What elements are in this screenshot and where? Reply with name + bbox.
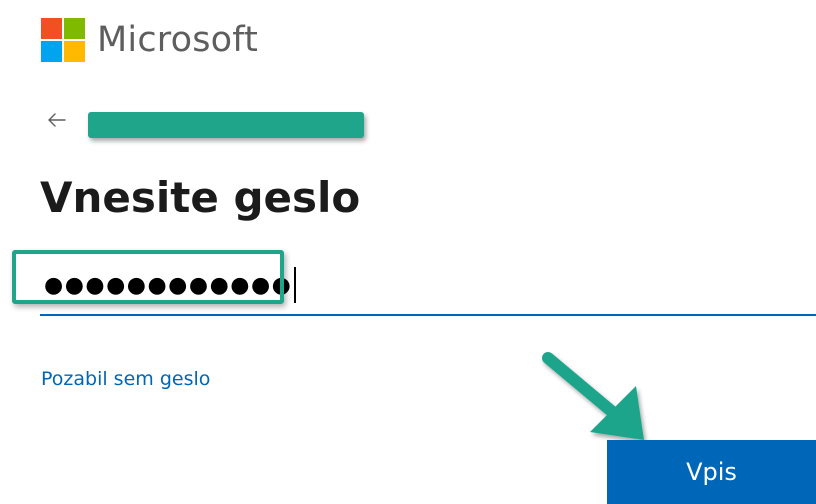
logo-square-blue xyxy=(41,41,62,62)
page-title: Vnesite geslo xyxy=(40,173,361,222)
sign-in-page: Microsoft Vnesite geslo ●●●●●●●●●●●● Poz… xyxy=(0,0,816,504)
redacted-email xyxy=(88,112,364,138)
password-field: ●●●●●●●●●●●● xyxy=(40,252,816,318)
guide-arrow-icon xyxy=(542,352,644,440)
arrow-left-icon[interactable] xyxy=(44,107,70,133)
password-input[interactable] xyxy=(40,252,816,316)
logo-square-red xyxy=(41,18,62,39)
identity-row xyxy=(44,104,70,136)
microsoft-logo-icon xyxy=(41,18,85,62)
sign-in-button[interactable]: Vpis xyxy=(607,440,816,504)
brand-name: Microsoft xyxy=(97,20,259,60)
microsoft-brand: Microsoft xyxy=(41,18,258,62)
forgot-password-link[interactable]: Pozabil sem geslo xyxy=(41,366,210,392)
logo-square-green xyxy=(64,18,85,39)
logo-square-yellow xyxy=(64,41,85,62)
